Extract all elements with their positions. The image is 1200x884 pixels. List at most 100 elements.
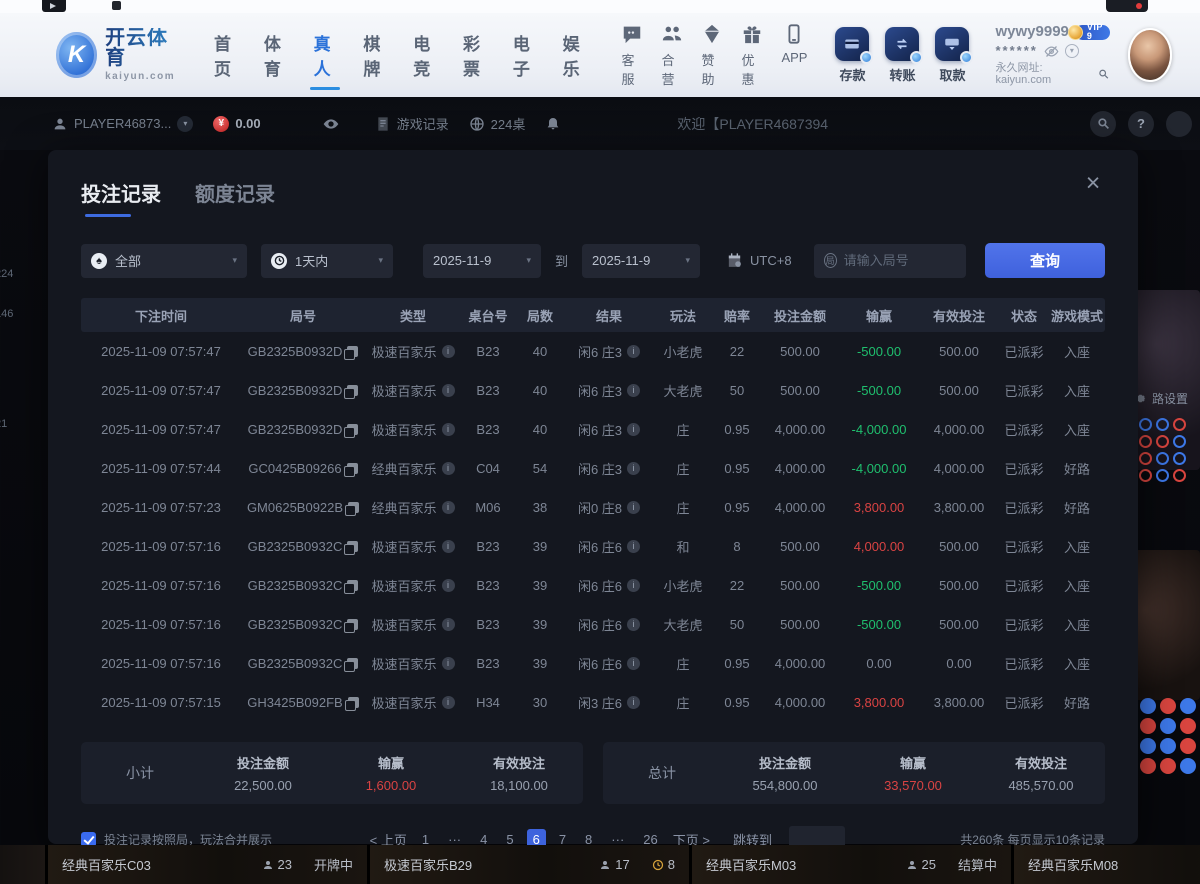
wallet-转账[interactable]: 转账 — [885, 27, 919, 84]
info-icon[interactable] — [442, 345, 455, 358]
nav-item-真人[interactable]: 真人 — [314, 22, 337, 88]
avatar[interactable] — [1128, 28, 1172, 82]
cell-odds: 0.95 — [713, 656, 761, 671]
nav-item-娱乐[interactable]: 娱乐 — [563, 22, 586, 88]
info-icon[interactable] — [627, 540, 640, 553]
info-icon[interactable] — [627, 384, 640, 397]
info-icon[interactable] — [442, 657, 455, 670]
cell-result: 闲6 庄3 — [565, 381, 653, 400]
copy-icon[interactable] — [348, 697, 359, 708]
copy-icon[interactable] — [347, 658, 358, 669]
quick-合营[interactable]: 合营 — [661, 23, 683, 88]
info-icon[interactable] — [627, 501, 640, 514]
table-card-经典百家乐C03[interactable]: 经典百家乐C0323开牌中 — [48, 845, 367, 884]
game-records-button[interactable]: 游戏记录 — [375, 114, 449, 133]
table-card-经典百家乐M03[interactable]: 经典百家乐M0325结算中 — [692, 845, 1011, 884]
subtotal-winloss: 1,600.00 — [327, 778, 455, 793]
nav-item-彩票[interactable]: 彩票 — [463, 22, 486, 88]
date-from-select[interactable]: 2025-11-9 — [423, 244, 541, 278]
table-card-极速百家乐B29[interactable]: 极速百家乐B29178 — [370, 845, 689, 884]
wallet-取款[interactable]: 取款 — [935, 27, 969, 84]
cell-odds: 22 — [713, 344, 761, 359]
cell-mode: 入座 — [1049, 381, 1105, 400]
info-icon[interactable] — [627, 618, 640, 631]
tab-投注记录[interactable]: 投注记录 — [81, 178, 161, 217]
cell-amount-value: 4,000.00 — [775, 461, 826, 476]
quick-APP[interactable]: APP — [781, 23, 807, 88]
info-icon[interactable] — [442, 696, 455, 709]
nav-item-棋牌[interactable]: 棋牌 — [363, 22, 386, 88]
cell-play: 庄 — [653, 459, 713, 478]
copy-icon[interactable] — [347, 463, 358, 474]
cell-result-value: 闲6 庄6 — [578, 615, 622, 634]
info-icon[interactable] — [442, 579, 455, 592]
wallet-存款[interactable]: 存款 — [835, 27, 869, 84]
cell-time-value: 2025-11-09 07:57:47 — [101, 422, 221, 437]
copy-icon[interactable] — [347, 424, 358, 435]
cell-result-value: 闲3 庄6 — [578, 693, 622, 712]
nav-item-电子[interactable]: 电子 — [513, 22, 536, 88]
road-settings-fragment[interactable]: 路设置 — [1134, 390, 1188, 407]
info-icon[interactable] — [442, 501, 455, 514]
wallet-badge-icon — [910, 51, 923, 64]
cell-play: 庄 — [653, 420, 713, 439]
copy-icon[interactable] — [347, 385, 358, 396]
category-select[interactable]: ♠ 全部 — [81, 244, 247, 278]
brand-logo[interactable]: K 开云体育 kaiyun.com — [56, 28, 180, 82]
cell-table-value: B23 — [476, 344, 499, 359]
info-icon[interactable] — [627, 462, 640, 475]
balance-refresh-icon[interactable] — [1065, 44, 1079, 58]
copy-icon[interactable] — [347, 346, 358, 357]
copy-icon[interactable] — [347, 541, 358, 552]
more-circle-button[interactable] — [1166, 111, 1192, 137]
balance-visibility-toggle[interactable] — [323, 116, 339, 132]
masked-balance: ****** — [995, 44, 1037, 58]
time-range-select[interactable]: 1天内 — [261, 244, 393, 278]
query-button[interactable]: 查询 — [985, 243, 1105, 278]
info-icon[interactable] — [627, 423, 640, 436]
notifications-button[interactable] — [545, 116, 561, 132]
search-circle-button[interactable] — [1090, 111, 1116, 137]
info-icon[interactable] — [627, 345, 640, 358]
cell-mode: 入座 — [1049, 615, 1105, 634]
round-search-field: 局 — [814, 244, 966, 278]
magnifier-icon[interactable] — [1098, 68, 1109, 80]
copy-icon[interactable] — [347, 619, 358, 630]
close-icon[interactable] — [1078, 170, 1108, 200]
help-circle-button[interactable]: ? — [1128, 111, 1154, 137]
info-icon[interactable] — [627, 696, 640, 709]
road-dot — [1139, 418, 1152, 431]
info-icon[interactable] — [442, 618, 455, 631]
quick-客服[interactable]: 客服 — [621, 23, 643, 88]
info-icon[interactable] — [442, 462, 455, 475]
table-count-button[interactable]: 224桌 — [469, 114, 526, 133]
nav-item-体育[interactable]: 体育 — [264, 22, 287, 88]
info-icon[interactable] — [442, 540, 455, 553]
info-icon[interactable] — [627, 579, 640, 592]
records-body: 2025-11-09 07:57:47GB2325B0932D极速百家乐B234… — [81, 332, 1105, 722]
cell-valid: 3,800.00 — [919, 695, 999, 710]
balance-item[interactable]: ¥ 0.00 — [213, 116, 260, 132]
road-dot — [1160, 758, 1176, 774]
round-input[interactable] — [844, 253, 956, 268]
copy-icon[interactable] — [347, 580, 358, 591]
date-to-select[interactable]: 2025-11-9 — [582, 244, 700, 278]
nav-item-电竞[interactable]: 电竞 — [413, 22, 436, 88]
table-card-经典百家乐M08[interactable]: 经典百家乐M08 — [1014, 845, 1200, 884]
quick-优惠[interactable]: 优惠 — [741, 23, 763, 88]
info-icon[interactable] — [442, 384, 455, 397]
cell-time-value: 2025-11-09 07:57:15 — [101, 695, 221, 710]
eye-off-icon[interactable] — [1044, 44, 1059, 59]
cell-mode-value: 好路 — [1064, 459, 1090, 478]
nav-item-首页[interactable]: 首页 — [214, 22, 237, 88]
cell-result: 闲6 庄6 — [565, 654, 653, 673]
copy-icon[interactable] — [348, 502, 359, 513]
player-menu[interactable]: PLAYER46873... — [52, 116, 193, 132]
info-icon[interactable] — [442, 423, 455, 436]
subtotal-amount-label: 投注金额 — [199, 753, 327, 772]
cell-odds: 0.95 — [713, 461, 761, 476]
tab-额度记录[interactable]: 额度记录 — [195, 178, 275, 217]
username[interactable]: wywy9999 — [995, 24, 1068, 41]
quick-赞助[interactable]: 赞助 — [701, 23, 723, 88]
info-icon[interactable] — [627, 657, 640, 670]
